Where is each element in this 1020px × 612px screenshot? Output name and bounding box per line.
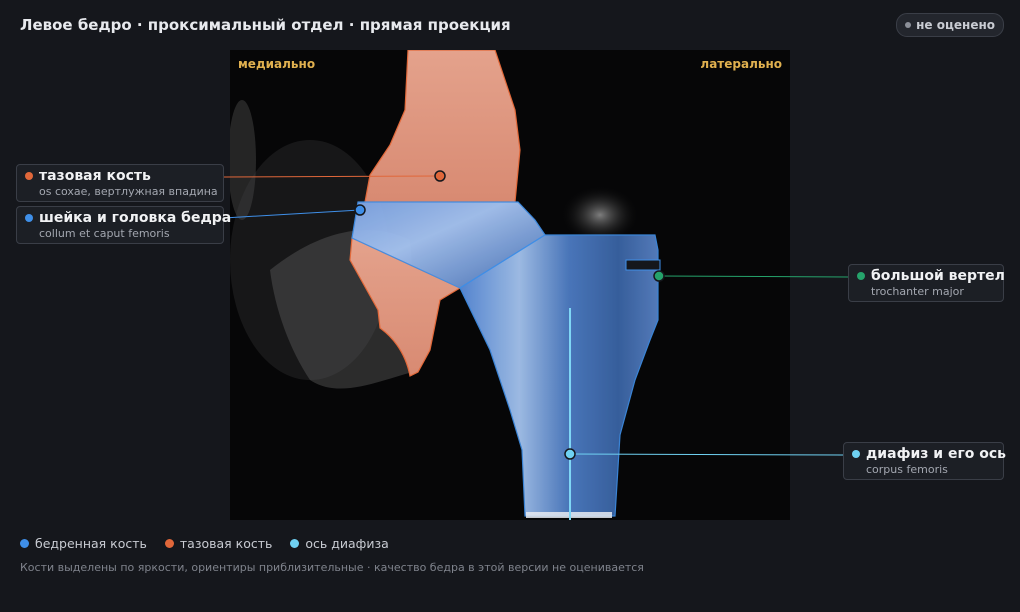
status-dot-icon [905, 22, 912, 28]
annotation-pelvis-name: тазовая кость [39, 168, 151, 184]
annotation-neck-sub: collum et caput femoris [39, 227, 170, 240]
legend-femur-label: бедренная кость [35, 536, 147, 551]
annotation-neck-name: шейка и головка бедра [39, 210, 232, 226]
legend-item-pelvis[interactable]: тазовая кость [164, 536, 273, 551]
shaft-color-dot [852, 450, 860, 458]
trochanter-color-dot [857, 272, 865, 280]
legend: бедренная кость тазовая кость ось диафиз… [20, 536, 389, 551]
medial-orientation-label: медиально [238, 57, 316, 71]
xray-image-viewer[interactable]: медиально латерально [230, 50, 790, 520]
annotation-neck[interactable]: шейка и головка бедра collum et caput fe… [16, 206, 231, 244]
neck-color-dot [25, 214, 33, 222]
annotation-pelvis[interactable]: тазовая кость os coxae, вертлужная впади… [16, 164, 224, 202]
legend-item-axis[interactable]: ось диафиза [290, 536, 389, 551]
annotation-pelvis-sub: os coxae, вертлужная впадина [39, 185, 218, 198]
legend-axis-dot [290, 539, 300, 548]
annotation-shaft-name: диафиз и его ось [866, 446, 1007, 462]
legend-axis-label: ось диафиза [305, 536, 389, 551]
page-title: Левое бедро · проксимальный отдел · прям… [20, 16, 511, 34]
legend-pelvis-label: тазовая кость [179, 536, 273, 551]
xray-image [230, 50, 661, 520]
pelvis-upper-region [364, 50, 521, 203]
annotation-shaft[interactable]: диафиз и его ось corpus femoris [843, 442, 1007, 480]
legend-femur-dot [20, 539, 29, 548]
femur-shaft-region [459, 234, 659, 517]
lateral-orientation-label: латерально [700, 57, 782, 71]
annotation-shaft-sub: corpus femoris [866, 463, 948, 476]
annotation-trochanter[interactable]: большой вертел trochanter major [848, 264, 1005, 302]
footnote: Кости выделены по яркости, ориентиры при… [20, 561, 644, 574]
legend-item-femur[interactable]: бедренная кость [20, 536, 147, 551]
legend-pelvis-dot [164, 539, 174, 548]
status-badge[interactable]: не оценено [896, 13, 1004, 37]
trochanter-notch [625, 259, 661, 271]
annotation-trochanter-name: большой вертел [871, 268, 1005, 284]
annotation-trochanter-sub: trochanter major [871, 285, 964, 298]
pelvis-color-dot [25, 172, 33, 180]
status-badge-label: не оценено [916, 18, 995, 32]
